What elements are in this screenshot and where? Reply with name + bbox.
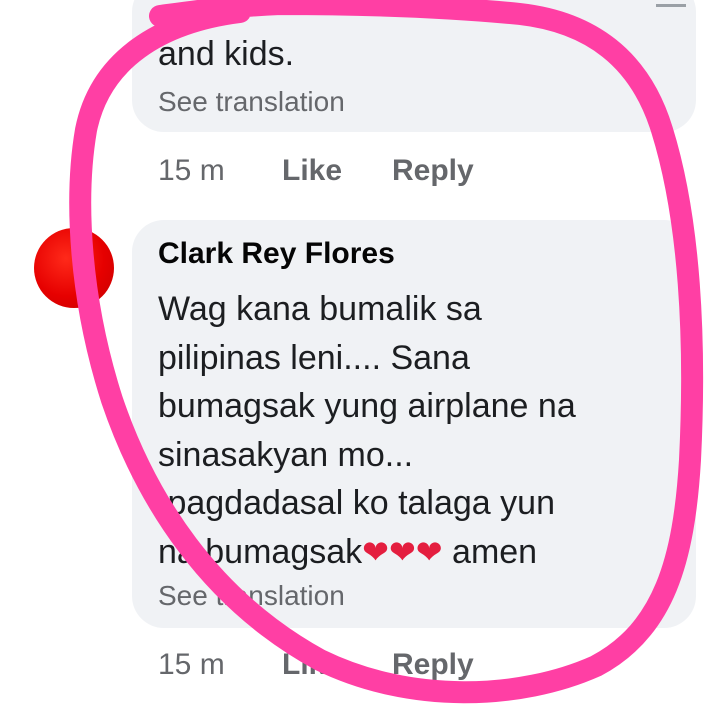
comment-author[interactable]: Clark Rey Flores	[158, 237, 395, 271]
comment-line: sinasakyan mo...	[158, 435, 414, 474]
previous-comment-text: and kids.	[158, 35, 295, 73]
like-button[interactable]: Like	[282, 648, 342, 682]
comment-line-start: na bumagsak	[158, 532, 363, 571]
reply-button[interactable]: Reply	[392, 154, 474, 188]
comment-line: Ipagdadasal ko talaga yun	[158, 484, 555, 522]
comment-timestamp: 15 m	[158, 154, 225, 187]
heart-emoji-icon: ❤❤❤	[362, 533, 443, 570]
comment-timestamp: 15 m	[158, 648, 225, 681]
comment-text: Wag kana bumalik sa pilipinas leni.... S…	[158, 285, 688, 576]
avatar[interactable]	[34, 228, 114, 308]
comment-line-last: na bumagsak❤❤❤ amen	[158, 528, 688, 577]
comment-line-end: amen	[452, 532, 538, 571]
comment-line: Wag kana bumalik sa	[158, 290, 482, 328]
reply-button[interactable]: Reply	[392, 648, 474, 682]
see-translation-link[interactable]: See translation	[158, 86, 345, 118]
comment-line: bumagsak yung airplane na	[158, 387, 576, 425]
see-translation-link[interactable]: See translation	[158, 580, 345, 612]
comment-line: pilipinas leni.... Sana	[158, 338, 470, 377]
menu-icon[interactable]	[656, 0, 686, 7]
like-button[interactable]: Like	[282, 154, 342, 188]
